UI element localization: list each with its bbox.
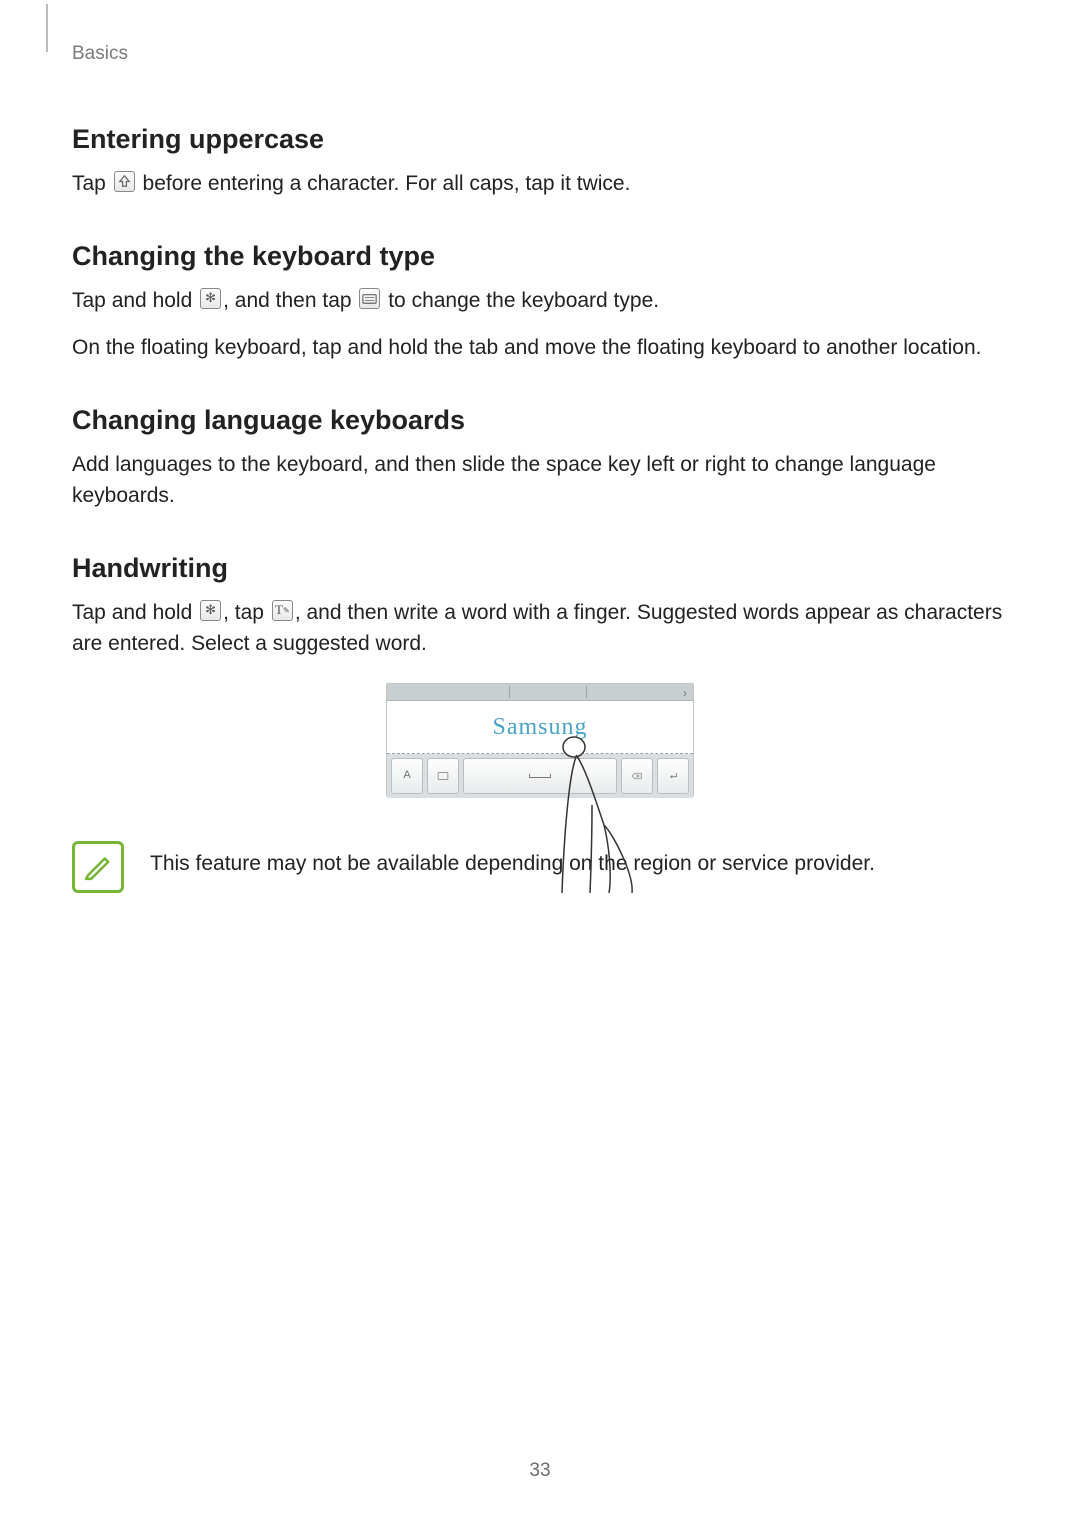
text: Tap [72,172,112,195]
page-number: 33 [0,1457,1080,1485]
enter-key-icon [657,758,689,794]
text: , tap [223,601,270,624]
para-kbtype-2: On the floating keyboard, tap and hold t… [72,333,1008,363]
text: Tap and hold [72,601,198,624]
para-kbtype-1: Tap and hold ✻, and then tap to change t… [72,286,1008,316]
heading-handwriting: Handwriting [72,549,1008,588]
para-uppercase: Tap before entering a character. For all… [72,169,1008,199]
handwriting-mode-icon: T✎ [272,600,293,621]
text: to change the keyboard type. [382,289,659,312]
language-key-icon: A [391,758,423,794]
text: , and then tap [223,289,357,312]
handwritten-word: Samsung [492,710,587,745]
chevron-right-icon: › [683,685,687,702]
keyboard-icon [359,288,380,309]
gear-icon: ✻ [200,600,221,621]
note-text: This feature may not be available depend… [150,841,1008,879]
para-language: Add languages to the keyboard, and then … [72,450,1008,511]
handwriting-area: Samsung [387,701,693,754]
keyboard-key-icon [427,758,459,794]
heading-changing-keyboard-type: Changing the keyboard type [72,237,1008,276]
heading-entering-uppercase: Entering uppercase [72,120,1008,159]
backspace-key-icon [621,758,653,794]
breadcrumb: Basics [72,40,1008,68]
space-key [463,758,617,794]
keyboard-bottom-row: A [387,754,693,798]
text: before entering a character. For all cap… [137,172,631,195]
suggestion-bar: › [387,684,693,701]
heading-changing-language-keyboards: Changing language keyboards [72,401,1008,440]
text: Tap and hold [72,289,198,312]
shift-icon [114,171,135,192]
para-handwriting: Tap and hold ✻, tap T✎, and then write a… [72,598,1008,659]
gear-icon: ✻ [200,288,221,309]
handwriting-figure: › Samsung A [386,683,694,797]
note-icon [72,841,124,893]
